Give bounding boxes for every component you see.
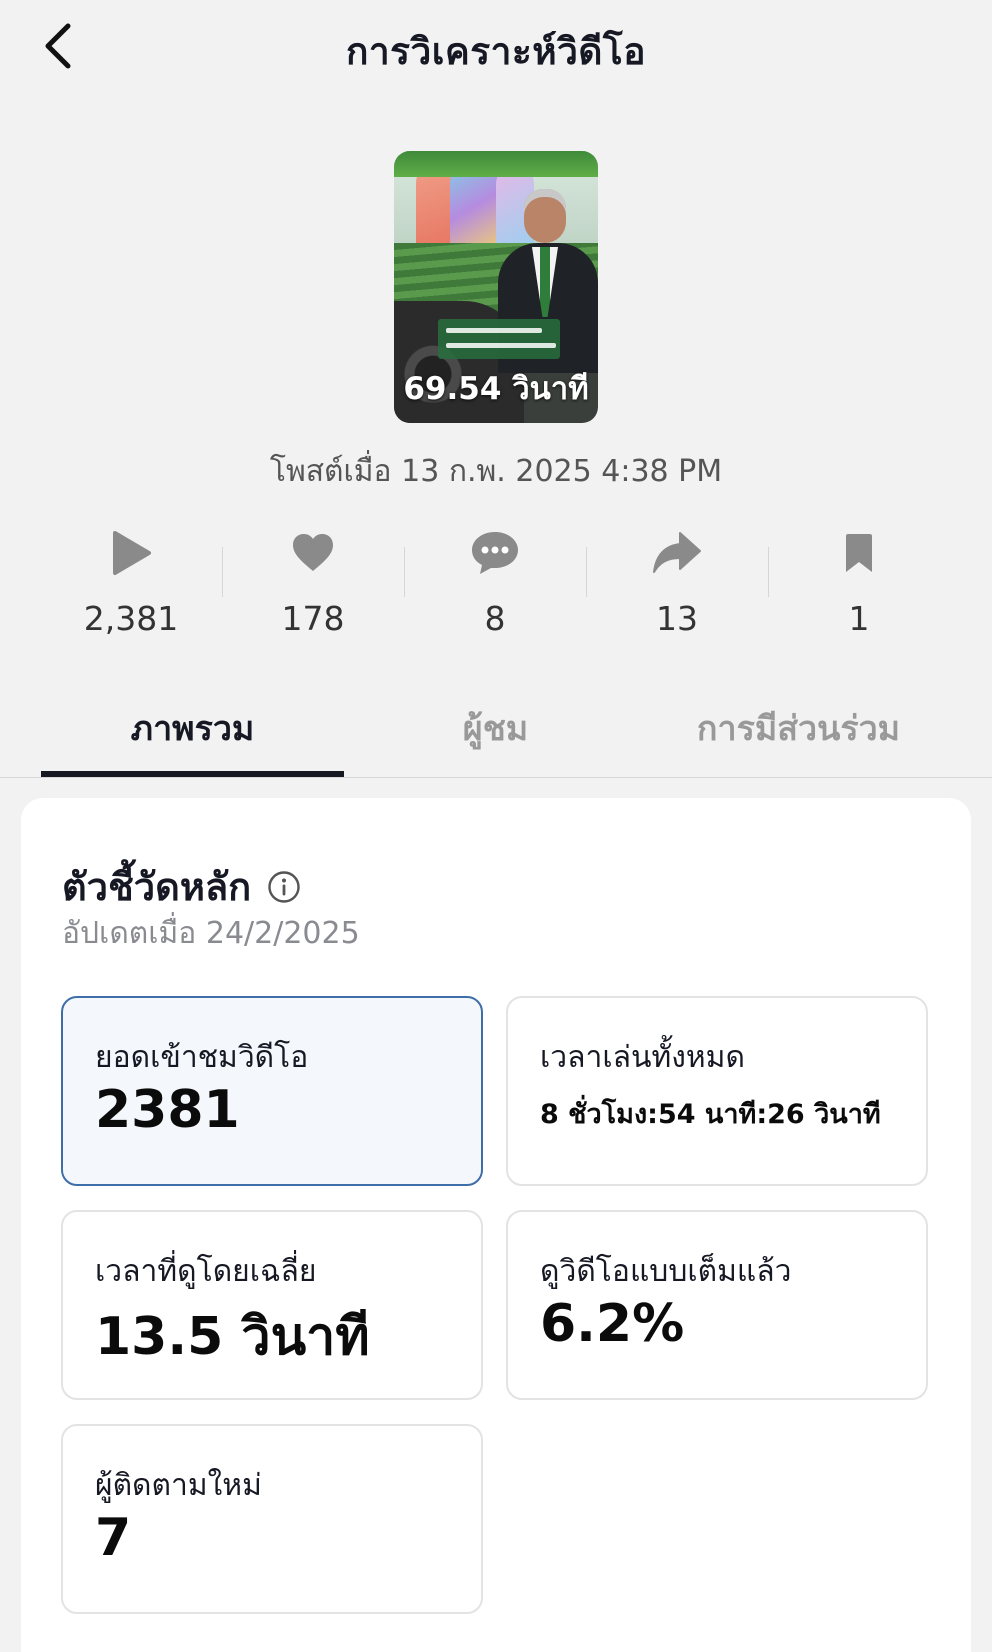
stat-value: 2,381 xyxy=(83,599,179,638)
section-title: ตัวชี้วัดหลัก xyxy=(62,856,301,917)
metric-value: 6.2% xyxy=(540,1294,685,1354)
metric-value: 8 ชั่วโมง:54 นาที:26 วินาที xyxy=(540,1099,881,1130)
stat-value: 178 xyxy=(281,599,345,638)
stat-value: 13 xyxy=(656,599,698,638)
comment-icon xyxy=(472,532,518,574)
person-image xyxy=(524,189,566,243)
video-thumbnail[interactable]: 69.54 วินาที xyxy=(394,151,598,423)
header: การวิเคราะห์วิดีโอ xyxy=(0,0,992,100)
metric-label: ผู้ติดตามใหม่ xyxy=(95,1468,262,1503)
stat-views[interactable]: 2,381 xyxy=(40,525,222,645)
engagement-stats: 2,381 178 8 13 1 xyxy=(40,525,952,645)
tab-bar: ภาพรวม ผู้ชม การมีส่วนร่วม xyxy=(0,686,992,778)
metric-value: 2381 xyxy=(95,1080,240,1140)
stat-shares[interactable]: 13 xyxy=(586,525,768,645)
video-duration: 69.54 วินาที xyxy=(403,371,589,407)
tab-engagement[interactable]: การมีส่วนร่วม xyxy=(647,686,950,776)
info-button[interactable] xyxy=(267,870,301,904)
metric-label: เวลาเล่นทั้งหมด xyxy=(540,1040,745,1075)
stat-saves[interactable]: 1 xyxy=(768,525,950,645)
stat-value: 8 xyxy=(484,599,506,638)
section-title-text: ตัวชี้วัดหลัก xyxy=(62,865,252,909)
info-icon xyxy=(268,870,300,903)
stat-likes[interactable]: 178 xyxy=(222,525,404,645)
divider xyxy=(0,777,992,778)
metric-new-followers[interactable]: ผู้ติดตามใหม่ 7 xyxy=(61,1424,483,1614)
share-icon xyxy=(653,532,701,573)
metric-video-views[interactable]: ยอดเข้าชมวิดีโอ 2381 xyxy=(61,996,483,1186)
heart-icon xyxy=(293,534,333,571)
bookmark-icon xyxy=(846,534,872,572)
updated-date: อัปเดตเมื่อ 24/2/2025 xyxy=(62,916,360,951)
key-metrics-card: ตัวชี้วัดหลัก อัปเดตเมื่อ 24/2/2025 ยอดเ… xyxy=(21,798,971,1652)
metric-label: เวลาที่ดูโดยเฉลี่ย xyxy=(95,1254,317,1289)
metric-total-play-time[interactable]: เวลาเล่นทั้งหมด 8 ชั่วโมง:54 นาที:26 วิน… xyxy=(506,996,928,1186)
metric-value: 13.5 วินาที xyxy=(95,1307,370,1367)
play-icon xyxy=(113,531,151,575)
tab-viewers[interactable]: ผู้ชม xyxy=(344,686,647,776)
metric-watched-full-video[interactable]: ดูวิดีโอแบบเต็มแล้ว 6.2% xyxy=(506,1210,928,1400)
page-title: การวิเคราะห์วิดีโอ xyxy=(345,30,647,73)
metric-label: ดูวิดีโอแบบเต็มแล้ว xyxy=(540,1254,792,1289)
tab-overview[interactable]: ภาพรวม xyxy=(41,686,344,776)
post-date: โพสต์เมื่อ 13 ก.พ. 2025 4:38 PM xyxy=(269,454,723,489)
metric-value: 7 xyxy=(95,1508,132,1568)
video-analytics-screen: การวิเคราะห์วิดีโอ 69.54 วินาที โพสต์เมื… xyxy=(0,0,992,1652)
metric-label: ยอดเข้าชมวิดีโอ xyxy=(95,1040,309,1075)
thumbnail-caption-graphic xyxy=(438,319,560,359)
metric-average-watch-time[interactable]: เวลาที่ดูโดยเฉลี่ย 13.5 วินาที xyxy=(61,1210,483,1400)
stat-comments[interactable]: 8 xyxy=(404,525,586,645)
stat-value: 1 xyxy=(848,599,870,638)
